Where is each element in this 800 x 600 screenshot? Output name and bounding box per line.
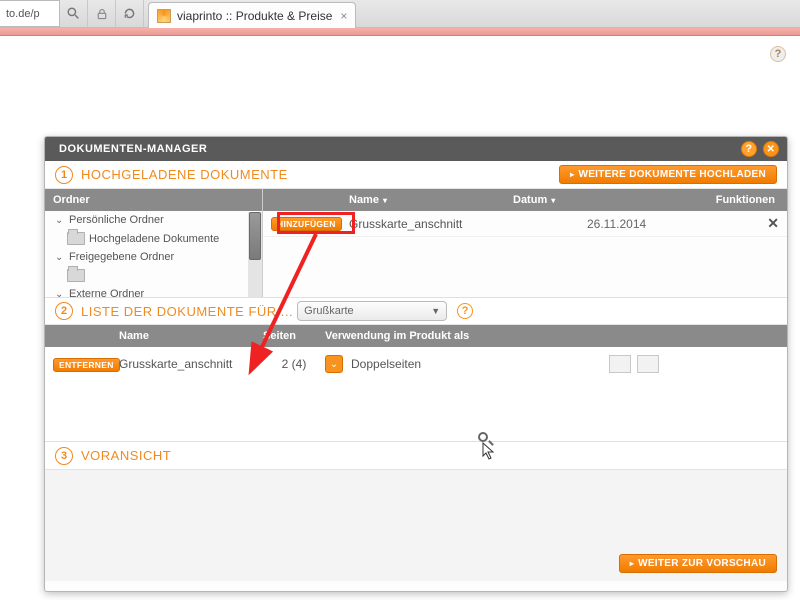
- favicon-icon: [157, 9, 171, 23]
- document-row: HINZUFÜGEN Grusskarte_anschnitt 26.11.20…: [263, 211, 787, 237]
- chevron-down-icon: ⌄: [55, 289, 65, 298]
- sort-desc-icon: ▾: [383, 196, 387, 205]
- section2-help-icon[interactable]: ?: [457, 303, 473, 319]
- refresh-icon[interactable]: [116, 0, 144, 27]
- dialog-titlebar: DOKUMENTEN-MANAGER ? ✕: [45, 137, 787, 161]
- tree-item-external[interactable]: ⌄ Externe Ordner: [45, 285, 262, 297]
- section2-title: LISTE DER DOKUMENTE FÜR ...: [81, 304, 293, 319]
- col-functions: Funktionen: [637, 194, 775, 206]
- tab-close-icon[interactable]: ×: [340, 9, 347, 23]
- tree-label: Hochgeladene Dokumente: [89, 233, 219, 245]
- preview-area: [45, 470, 787, 548]
- usage-dropdown-icon[interactable]: ⌄: [325, 355, 343, 373]
- list-row-usage: Doppelseiten: [351, 357, 421, 371]
- tree-item-shared-folder[interactable]: [45, 266, 262, 285]
- step-1-badge: 1: [55, 166, 73, 184]
- folder-icon: [67, 232, 85, 245]
- add-document-button[interactable]: HINZUFÜGEN: [271, 217, 342, 231]
- delete-document-icon[interactable]: ✕: [767, 215, 779, 231]
- page-thumbnails: [609, 355, 659, 373]
- search-icon[interactable]: [60, 0, 88, 27]
- sort-desc-icon: ▾: [551, 196, 555, 205]
- list-col-usage: Verwendung im Produkt als: [325, 330, 779, 342]
- page-thumb[interactable]: [609, 355, 631, 373]
- tree-label: Persönliche Ordner: [69, 214, 164, 226]
- documents-pane: Name▾ Datum▾ Funktionen HINZUFÜGEN Gruss…: [263, 189, 787, 297]
- list-col-pages: Seiten: [263, 330, 325, 342]
- address-bar-stub[interactable]: to.de/p: [0, 0, 60, 27]
- documents-list-header: Name Seiten Verwendung im Produkt als: [45, 325, 787, 347]
- continue-label: WEITER ZUR VORSCHAU: [638, 558, 766, 569]
- lock-icon: [88, 0, 116, 27]
- section2-header: 2 LISTE DER DOKUMENTE FÜR ... Grußkarte …: [45, 297, 787, 325]
- folder-icon: [67, 269, 85, 282]
- dialog-help-icon[interactable]: ?: [741, 141, 757, 157]
- scrollbar-thumb[interactable]: [249, 212, 261, 260]
- section1-header: 1 HOCHGELADENE DOKUMENTE ▸ WEITERE DOKUM…: [45, 161, 787, 189]
- dialog-title: DOKUMENTEN-MANAGER: [59, 143, 741, 155]
- tab-title: viaprinto :: Produkte & Preise: [177, 9, 332, 23]
- upload-more-label: WEITERE DOKUMENTE HOCHLADEN: [578, 169, 766, 180]
- document-name: Grusskarte_anschnitt: [349, 217, 587, 231]
- chevron-down-icon: ⌄: [55, 252, 65, 263]
- continue-to-preview-button[interactable]: ▸ WEITER ZUR VORSCHAU: [619, 554, 777, 573]
- list-row-name: Grusskarte_anschnitt: [113, 357, 263, 371]
- product-select-value: Grußkarte: [304, 305, 354, 317]
- tree-item-personal[interactable]: ⌄ Persönliche Ordner: [45, 211, 262, 229]
- col-name[interactable]: Name▾: [271, 194, 509, 206]
- chevron-down-icon: ▼: [431, 306, 440, 316]
- chevron-down-icon: ⌄: [55, 215, 65, 226]
- section3-title: VORANSICHT: [81, 448, 777, 463]
- tree-item-uploaded[interactable]: Hochgeladene Dokumente: [45, 229, 262, 248]
- tree-item-shared[interactable]: ⌄ Freigegebene Ordner: [45, 248, 262, 266]
- browser-tab[interactable]: viaprinto :: Produkte & Preise ×: [148, 2, 356, 28]
- folder-tree-header: Ordner: [45, 189, 262, 211]
- step-3-badge: 3: [55, 447, 73, 465]
- remove-document-button[interactable]: ENTFERNEN: [53, 358, 120, 372]
- document-date: 26.11.2014: [587, 217, 707, 231]
- documents-header: Name▾ Datum▾ Funktionen: [263, 189, 787, 211]
- list-row: ENTFERNEN Grusskarte_anschnitt 2 (4) ⌄ D…: [45, 347, 787, 381]
- upload-more-button[interactable]: ▸ WEITERE DOKUMENTE HOCHLADEN: [559, 165, 777, 184]
- dialog-close-icon[interactable]: ✕: [763, 141, 779, 157]
- chevron-right-icon: ▸: [570, 170, 574, 179]
- product-select[interactable]: Grußkarte ▼: [297, 301, 447, 321]
- tree-label: Freigegebene Ordner: [69, 251, 174, 263]
- step-2-badge: 2: [55, 302, 73, 320]
- page-thumb[interactable]: [637, 355, 659, 373]
- col-date[interactable]: Datum▾: [513, 194, 633, 206]
- list-row-pages: 2 (4): [263, 357, 325, 371]
- section1-title: HOCHGELADENE DOKUMENTE: [81, 167, 559, 182]
- chevron-right-icon: ▸: [630, 559, 634, 568]
- browser-sub-strip: [0, 28, 800, 36]
- document-manager-dialog: DOKUMENTEN-MANAGER ? ✕ 1 HOCHGELADENE DO…: [44, 136, 788, 592]
- tree-scrollbar[interactable]: [248, 212, 262, 297]
- tree-label: Externe Ordner: [69, 288, 144, 297]
- list-col-name: Name: [113, 330, 263, 342]
- browser-top-strip: to.de/p viaprinto :: Produkte & Preise ×: [0, 0, 800, 28]
- section3-header: 3 VORANSICHT: [45, 442, 787, 470]
- page-help-icon[interactable]: ?: [770, 46, 786, 62]
- folder-tree: Ordner ⌄ Persönliche Ordner Hochgeladene …: [45, 189, 263, 297]
